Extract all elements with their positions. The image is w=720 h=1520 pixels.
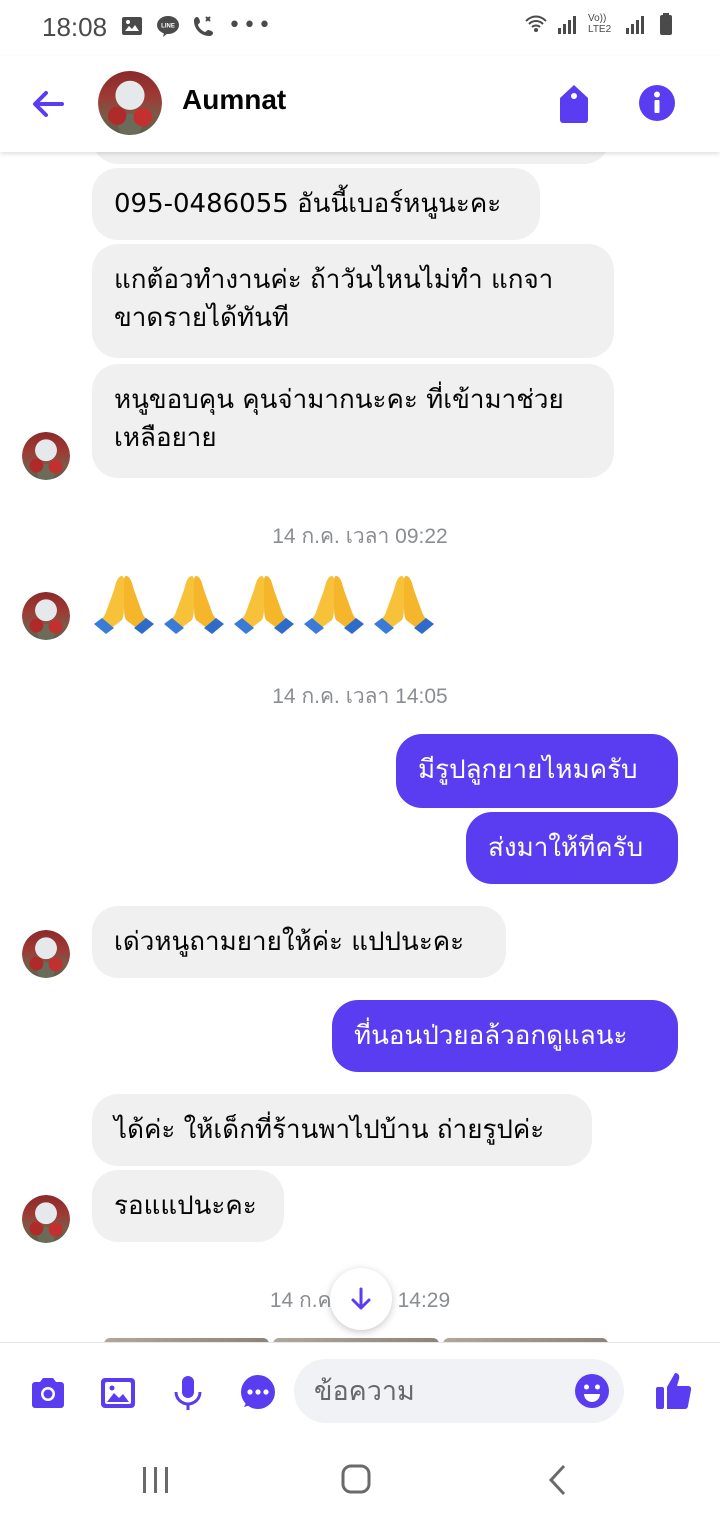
- message-text: 095-0486055 อันนี้เบอร์หนูนะคะ: [114, 189, 502, 219]
- timestamp: 14 ก.ค. เวลา 14:05: [272, 685, 448, 708]
- back-icon[interactable]: [538, 1462, 578, 1498]
- message-composer: [0, 1342, 720, 1440]
- home-icon[interactable]: [336, 1462, 376, 1498]
- svg-text:LINE: LINE: [161, 24, 175, 30]
- folded-hands-emoji: [234, 576, 294, 634]
- microphone-icon[interactable]: [168, 1373, 208, 1413]
- message-text: ส่งมาให้ทีครับ: [488, 833, 644, 863]
- message-bubble-partial: [92, 152, 610, 164]
- scroll-to-bottom-button[interactable]: [330, 1268, 392, 1330]
- recent-apps-icon[interactable]: [136, 1462, 176, 1498]
- sender-avatar[interactable]: [22, 1195, 70, 1243]
- volte-label: Vo)) LTE2: [588, 13, 612, 35]
- message-bubble-incoming[interactable]: ได้ค่ะ ให้เด็กที่ร้านพาไปบ้าน ถ่ายรูปค่ะ: [92, 1094, 592, 1166]
- arrow-down-icon: [351, 1287, 371, 1310]
- message-bubble-incoming[interactable]: รอแแปนะคะ: [92, 1170, 284, 1242]
- status-bar: 18:08 LINE ••• Vo)) LTE2: [0, 0, 720, 56]
- more-options-icon[interactable]: [238, 1373, 278, 1413]
- folded-hands-emoji: [304, 576, 364, 634]
- line-icon: LINE: [157, 16, 179, 37]
- message-text: ได้ค่ะ ให้เด็กที่ร้านพาไปบ้าน ถ่ายรูปค่ะ: [114, 1115, 545, 1145]
- system-navigation-bar: [0, 1440, 720, 1520]
- message-bubble-incoming[interactable]: เด่วหนูถามยายให้ค่ะ แปปนะคะ: [92, 906, 506, 978]
- conversation-header: Aumnat: [0, 56, 720, 152]
- message-bubble-incoming[interactable]: แกต้อวทำงานค่ะ ถ้าวันไหนไม่ทำ แกจา ขาดรา…: [92, 244, 614, 358]
- wifi-icon: [525, 15, 547, 32]
- message-list[interactable]: 095-0486055 อันนี้เบอร์หนูนะคะ แกต้อวทำง…: [0, 152, 720, 1342]
- folded-hands-emoji: [374, 576, 434, 634]
- info-icon[interactable]: [638, 84, 676, 122]
- tag-icon[interactable]: [554, 82, 594, 126]
- sender-avatar[interactable]: [22, 432, 70, 480]
- sender-avatar[interactable]: [22, 592, 70, 640]
- status-time: 18:08: [42, 12, 108, 42]
- message-text: หนูขอบคุน คุนจ่ามากนะคะ ที่เข้ามาช่วย: [114, 385, 564, 415]
- call-icon: [194, 16, 213, 36]
- camera-icon[interactable]: [28, 1373, 68, 1413]
- gallery-icon: [122, 17, 142, 35]
- message-input-container[interactable]: [294, 1359, 624, 1423]
- like-icon[interactable]: [654, 1369, 694, 1413]
- emoji-message[interactable]: [92, 572, 436, 638]
- message-text: รอแแปนะคะ: [114, 1191, 257, 1221]
- message-bubble-incoming[interactable]: 095-0486055 อันนี้เบอร์หนูนะคะ: [92, 168, 540, 240]
- folded-hands-emoji: [164, 576, 224, 634]
- contact-name[interactable]: Aumnat: [182, 84, 286, 116]
- message-text: ที่นอนป่วยอล้วอกดูแลนะ: [354, 1021, 628, 1051]
- message-bubble-incoming[interactable]: หนูขอบคุน คุนจ่ามากนะคะ ที่เข้ามาช่วย เห…: [92, 364, 614, 478]
- signal-icon: [626, 16, 644, 34]
- message-bubble-outgoing[interactable]: ที่นอนป่วยอล้วอกดูแลนะ: [332, 1000, 678, 1072]
- contact-avatar[interactable]: [98, 71, 162, 135]
- message-input[interactable]: [314, 1359, 574, 1423]
- battery-icon: [660, 13, 672, 35]
- message-bubble-outgoing[interactable]: มีรูปลูกยายไหมครับ: [396, 734, 678, 808]
- sender-avatar[interactable]: [22, 930, 70, 978]
- more-notifications-icon: •••: [228, 13, 273, 38]
- message-bubble-outgoing[interactable]: ส่งมาให้ทีครับ: [466, 812, 678, 884]
- back-arrow-icon[interactable]: [26, 82, 70, 126]
- folded-hands-emoji: [94, 576, 154, 634]
- gallery-icon[interactable]: [98, 1373, 138, 1413]
- timestamp-right: 14:29: [397, 1289, 451, 1312]
- timestamp-left: 14 ก.ค: [269, 1289, 332, 1312]
- signal-icon: [558, 16, 576, 34]
- message-text: แกต้อวทำงานค่ะ ถ้าวันไหนไม่ทำ แกจา: [114, 265, 554, 295]
- message-text: ขาดรายได้ทันที: [114, 303, 290, 333]
- emoji-icon[interactable]: [574, 1373, 610, 1409]
- message-text: เหลือยาย: [114, 423, 217, 453]
- message-text: เด่วหนูถามยายให้ค่ะ แปปนะคะ: [114, 927, 465, 957]
- timestamp: 14 ก.ค. เวลา 09:22: [272, 525, 448, 548]
- message-text: มีรูปลูกยายไหมครับ: [418, 755, 638, 785]
